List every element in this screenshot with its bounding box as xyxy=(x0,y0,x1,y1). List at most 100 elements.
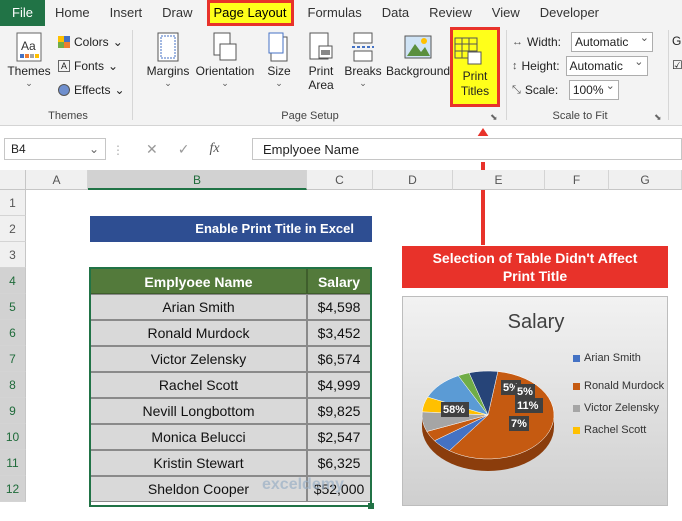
cancel-icon[interactable]: ✕ xyxy=(146,141,158,158)
svg-text:11%: 11% xyxy=(517,400,539,412)
effects-icon xyxy=(58,84,70,96)
table-cell-name[interactable]: Victor Zelensky xyxy=(90,346,307,372)
header-salary[interactable]: Salary xyxy=(307,268,371,294)
svg-text:5%: 5% xyxy=(517,386,533,398)
tab-home[interactable]: Home xyxy=(45,0,100,26)
column-header-d[interactable]: D xyxy=(373,170,453,190)
salary-chart[interactable]: Salary 58% 7% 5% 5% 11% Arian Smith Ronald M… xyxy=(402,296,668,506)
row-header-2[interactable]: 2 xyxy=(0,216,26,242)
scale-launcher-icon[interactable]: ⬊ xyxy=(654,112,662,123)
tab-data[interactable]: Data xyxy=(372,0,419,26)
themes-button[interactable]: Aa Themes ⌄ xyxy=(6,32,52,89)
column-header-c[interactable]: C xyxy=(307,170,373,190)
row-header-1[interactable]: 1 xyxy=(0,190,26,216)
background-label: Background xyxy=(386,64,450,78)
chevron-down-icon: ⌄ xyxy=(114,83,125,97)
breaks-button[interactable]: Breaks ⌄ xyxy=(344,32,382,89)
chart-legend: Arian Smith Ronald Murdock Victor Zelens… xyxy=(573,351,669,445)
column-header-g[interactable]: G xyxy=(609,170,682,190)
effects-label: Effects xyxy=(74,83,111,97)
row-header-6[interactable]: 6 xyxy=(0,320,26,346)
row-header-9[interactable]: 9 xyxy=(0,398,26,424)
row-header-10[interactable]: 10 xyxy=(0,424,26,450)
pie-data-label: 11% xyxy=(515,398,543,413)
tab-view[interactable]: View xyxy=(482,0,530,26)
colors-label: Colors xyxy=(74,35,109,49)
tab-file[interactable]: File xyxy=(0,0,45,26)
effects-button[interactable]: Effects ⌄ xyxy=(58,83,125,97)
ribbon-separator xyxy=(506,30,507,120)
fx-icon[interactable]: fx xyxy=(209,141,219,157)
table-cell-name[interactable]: Kristin Stewart xyxy=(90,450,307,476)
select-all-corner[interactable] xyxy=(0,170,26,190)
size-button[interactable]: Size ⌄ xyxy=(262,32,296,89)
tab-page-layout[interactable]: Page Layout xyxy=(206,0,294,26)
chevron-down-icon[interactable]: ⌄ xyxy=(89,142,99,156)
colors-button[interactable]: Colors ⌄ xyxy=(58,35,123,49)
tab-developer[interactable]: Developer xyxy=(530,0,609,26)
column-header-e[interactable]: E xyxy=(453,170,545,190)
tab-insert[interactable]: Insert xyxy=(100,0,153,26)
table-cell-salary[interactable]: $3,452 xyxy=(307,320,371,346)
margins-icon xyxy=(157,32,179,62)
table-cell-salary[interactable]: $4,999 xyxy=(307,372,371,398)
width-dropdown[interactable]: Automatic xyxy=(571,31,653,52)
scale-spinner[interactable]: 100% xyxy=(568,79,619,100)
pie-data-label: 5% xyxy=(515,384,535,399)
row-header-8[interactable]: 8 xyxy=(0,372,26,398)
row-header-5[interactable]: 5 xyxy=(0,294,26,320)
fonts-button[interactable]: A Fonts ⌄ xyxy=(58,59,118,73)
fill-handle[interactable] xyxy=(368,503,374,509)
sheet-title[interactable]: Enable Print Title in Excel xyxy=(90,216,372,242)
legend-label: Victor Zelensky xyxy=(584,402,659,414)
background-button[interactable]: Background xyxy=(386,32,450,78)
row-header-7[interactable]: 7 xyxy=(0,346,26,372)
legend-label: Ronald Murdock xyxy=(584,380,665,392)
orientation-button[interactable]: Orientation ⌄ xyxy=(194,32,256,89)
pie-chart: 58%7%5%5%11% xyxy=(421,370,555,471)
orientation-icon xyxy=(213,32,237,61)
table-cell-salary[interactable]: $6,325 xyxy=(307,450,371,476)
row-header-11[interactable]: 11 xyxy=(0,450,26,476)
enter-icon[interactable]: ✓ xyxy=(178,141,190,158)
page-setup-launcher-icon[interactable]: ⬊ xyxy=(490,112,498,123)
print-area-label-2: Area xyxy=(308,78,334,92)
formula-input[interactable]: Emplyoee Name xyxy=(252,138,682,160)
tab-formulas[interactable]: Formulas xyxy=(298,0,372,26)
table-cell-salary[interactable]: $4,598 xyxy=(307,294,371,320)
scale-to-fit-group-label: Scale to Fit xyxy=(552,110,608,122)
row-header-4[interactable]: 4 xyxy=(0,268,26,294)
column-header-a[interactable]: A xyxy=(26,170,88,190)
formula-bar: B4 ⌄ ⋮ ✕ ✓ fx Emplyoee Name xyxy=(0,136,682,162)
formula-buttons: ✕ ✓ fx xyxy=(118,138,246,160)
callout-line-2: Print Title xyxy=(502,268,568,284)
margins-button[interactable]: Margins ⌄ xyxy=(146,32,190,89)
fonts-label: Fonts xyxy=(74,59,105,73)
table-cell-salary[interactable]: $6,574 xyxy=(307,346,371,372)
table-cell-name[interactable]: Rachel Scott xyxy=(90,372,307,398)
table-cell-name[interactable]: Monica Belucci xyxy=(90,424,307,450)
header-employee-name[interactable]: Emplyoee Name xyxy=(90,268,307,294)
column-header-b[interactable]: B xyxy=(88,170,307,190)
background-icon xyxy=(404,35,432,59)
size-label: Size xyxy=(267,64,291,78)
row-header-12[interactable]: 12 xyxy=(0,476,26,502)
table-cell-salary[interactable]: $2,547 xyxy=(307,424,371,450)
tab-review[interactable]: Review xyxy=(419,0,482,26)
tab-draw[interactable]: Draw xyxy=(152,0,202,26)
print-titles-label-1: Print xyxy=(462,69,488,83)
pie-data-label: 7% xyxy=(509,416,529,431)
height-dropdown[interactable]: Automatic xyxy=(565,55,648,76)
legend-swatch xyxy=(573,355,580,362)
gridlines-checkbox-partial[interactable]: ☑ xyxy=(672,58,682,72)
name-box[interactable]: B4 ⌄ xyxy=(4,138,106,160)
row-header-3[interactable]: 3 xyxy=(0,242,26,268)
themes-label: Themes xyxy=(7,64,51,78)
table-cell-name[interactable]: Nevill Longbottom xyxy=(90,398,307,424)
table-cell-name[interactable]: Arian Smith xyxy=(90,294,307,320)
print-titles-button[interactable]: Print Titles xyxy=(450,27,500,107)
table-cell-salary[interactable]: $9,825 xyxy=(307,398,371,424)
print-area-button[interactable]: Print Area xyxy=(302,32,340,92)
table-cell-name[interactable]: Ronald Murdock xyxy=(90,320,307,346)
column-header-f[interactable]: F xyxy=(545,170,609,190)
